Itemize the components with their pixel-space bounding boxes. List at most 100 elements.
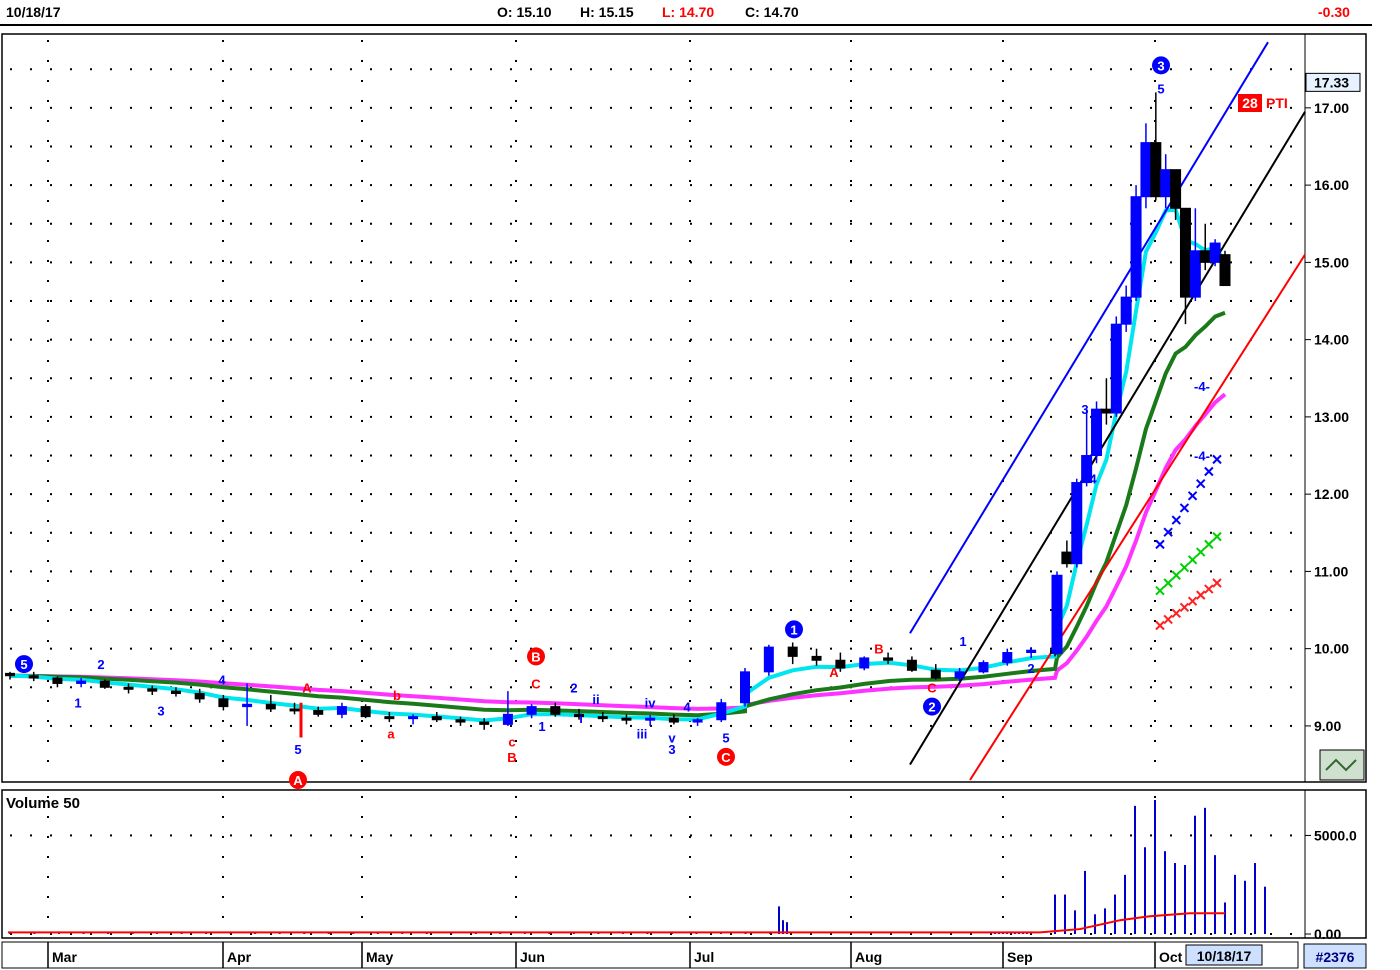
grid-dot (510, 184, 512, 187)
grid-dot (361, 720, 363, 722)
grid-dot (190, 377, 192, 380)
grid-dot (515, 260, 517, 262)
grid-dot (515, 60, 517, 62)
grid-dot (250, 299, 252, 302)
grid-dot (1010, 415, 1012, 418)
grid-dot (330, 299, 332, 302)
grid-dot (510, 686, 512, 689)
price-tick-label: 15.00 (1314, 254, 1349, 270)
grid-dot (810, 377, 812, 380)
grid-dot (350, 647, 352, 650)
wave-label: 1 (538, 719, 545, 734)
grid-dot (870, 454, 872, 457)
grid-dot (470, 454, 472, 457)
candle-body (5, 672, 15, 677)
grid-dot (1002, 620, 1004, 622)
grid-dot (910, 834, 912, 837)
grid-dot (30, 338, 32, 341)
grid-dot (1230, 184, 1232, 187)
grid-dot (970, 222, 972, 225)
wave-label: 2 (928, 700, 935, 715)
grid-dot (530, 145, 532, 148)
grid-dot (1150, 834, 1152, 837)
grid-dot (150, 338, 152, 341)
grid-dot (930, 570, 932, 573)
grid-dot (1290, 338, 1292, 341)
grid-dot (1170, 222, 1172, 225)
price-tick-label: 12.00 (1314, 486, 1349, 502)
grid-dot (850, 440, 852, 442)
grid-dot (1002, 180, 1004, 182)
grid-dot (850, 280, 852, 282)
grid-dot (630, 531, 632, 534)
candle-body (218, 698, 229, 708)
grid-dot (1210, 609, 1212, 612)
grid-dot (1070, 686, 1072, 689)
grid-dot (110, 377, 112, 380)
grid-dot (690, 493, 692, 496)
grid-dot (1270, 531, 1272, 534)
grid-dot (1002, 520, 1004, 522)
grid-dot (1130, 184, 1132, 187)
grid-dot (689, 60, 691, 62)
grid-dot (515, 200, 517, 202)
grid-dot (710, 68, 712, 71)
grid-dot (361, 896, 363, 898)
grid-dot (770, 145, 772, 148)
grid-dot (1110, 493, 1112, 496)
wave-label: 5 (20, 657, 27, 672)
grid-dot (910, 647, 912, 650)
grid-dot (222, 260, 224, 262)
price-tick-label: 14.00 (1314, 332, 1349, 348)
grid-dot (130, 145, 132, 148)
grid-dot (1270, 724, 1272, 727)
grid-dot (361, 480, 363, 482)
grid-dot (1190, 609, 1192, 612)
grid-dot (47, 200, 49, 202)
wave-label: 3 (157, 703, 164, 718)
grid-dot (47, 640, 49, 642)
grid-dot (230, 299, 232, 302)
grid-dot (689, 260, 691, 262)
grid-dot (1002, 220, 1004, 222)
grid-dot (170, 299, 172, 302)
grid-dot (710, 184, 712, 187)
grid-dot (361, 200, 363, 202)
grid-dot (530, 834, 532, 837)
grid-dot (230, 834, 232, 837)
grid-dot (610, 834, 612, 837)
grid-dot (515, 360, 517, 362)
grid-dot (1154, 80, 1156, 82)
grid-dot (810, 454, 812, 457)
grid-dot (710, 145, 712, 148)
candle-body (906, 659, 917, 671)
grid-dot (630, 261, 632, 264)
candle-body (313, 709, 324, 715)
grid-dot (850, 834, 852, 837)
grid-dot (450, 184, 452, 187)
grid-dot (689, 160, 691, 162)
grid-dot (47, 80, 49, 82)
grid-dot (790, 106, 792, 109)
grid-dot (689, 620, 691, 622)
grid-dot (250, 222, 252, 225)
grid-dot (330, 377, 332, 380)
grid-dot (47, 700, 49, 702)
grid-dot (130, 493, 132, 496)
date-tick-label: Oct (1159, 949, 1183, 965)
price-tick-label: 11.00 (1314, 563, 1348, 579)
grid-dot (1190, 724, 1192, 727)
grid-dot (790, 609, 792, 612)
grid-dot (1002, 700, 1004, 702)
grid-dot (515, 916, 517, 918)
grid-dot (190, 454, 192, 457)
grid-dot (1230, 834, 1232, 837)
grid-dot (850, 220, 852, 222)
grid-dot (1050, 834, 1052, 837)
grid-dot (510, 609, 512, 612)
grid-dot (1210, 570, 1212, 573)
grid-dot (950, 299, 952, 302)
grid-dot (1154, 460, 1156, 462)
grid-dot (47, 400, 49, 402)
grid-dot (689, 540, 691, 542)
